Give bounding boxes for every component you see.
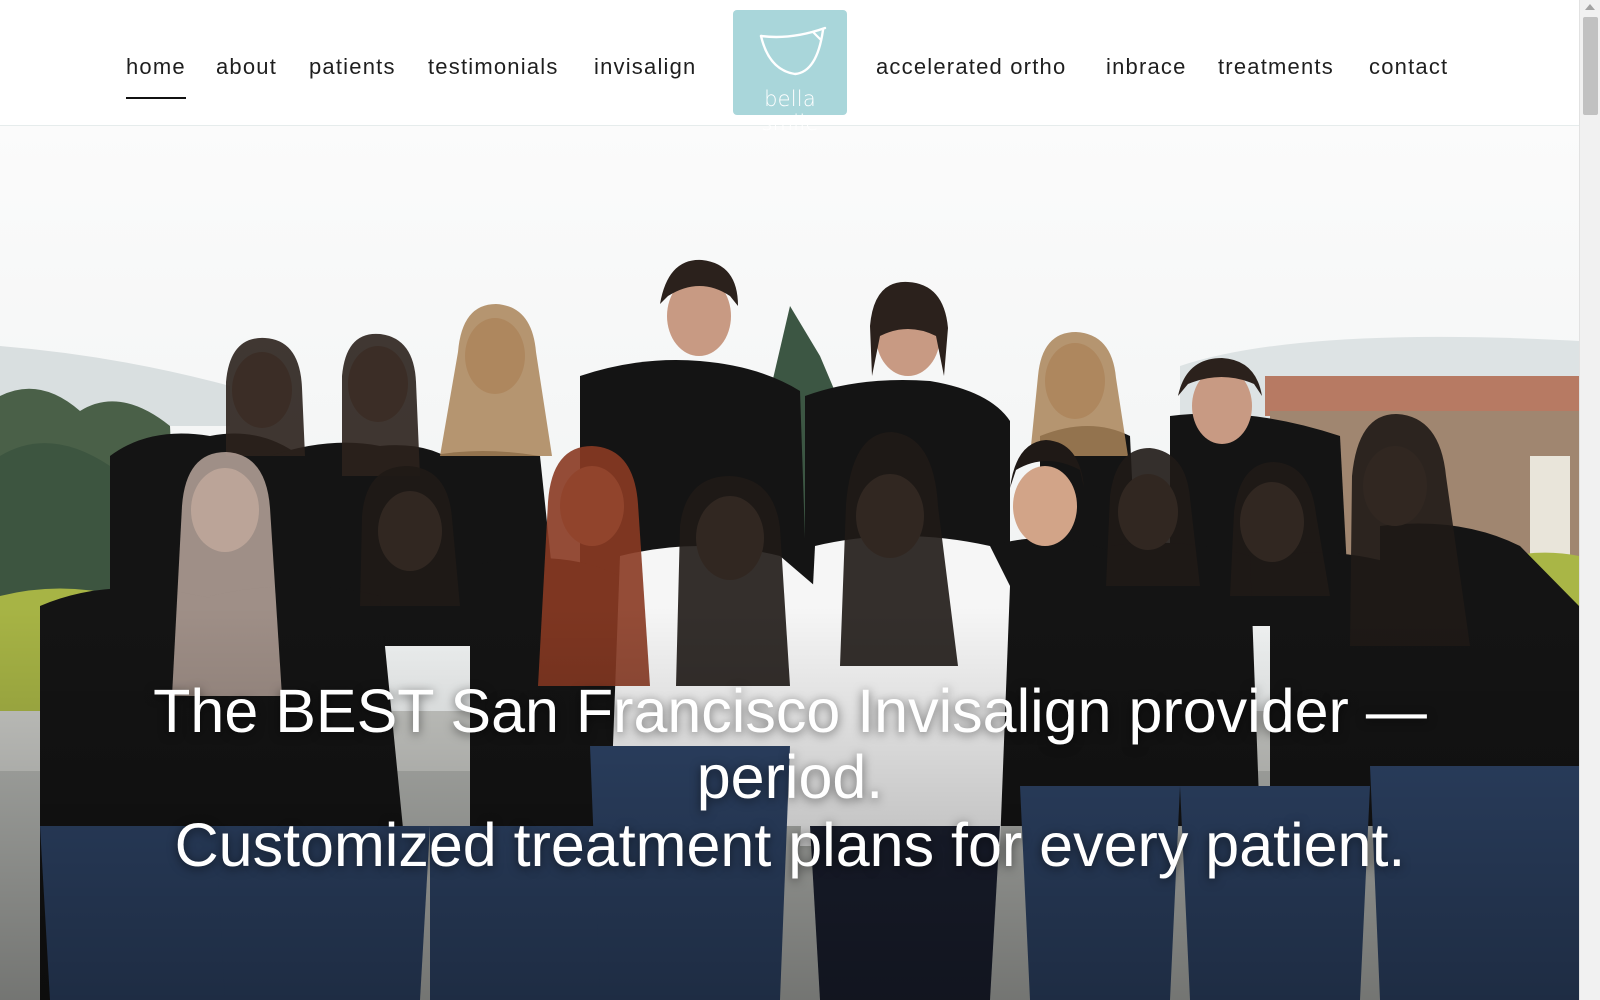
scroll-thumb[interactable]	[1583, 17, 1598, 115]
nav-accelerated-ortho[interactable]: accelerated ortho	[876, 54, 1066, 80]
hero-section: The BEST San Francisco Invisalign provid…	[0, 126, 1579, 1000]
nav-patients[interactable]: patients	[309, 54, 396, 80]
hero-headline-line1: The BEST San Francisco Invisalign provid…	[153, 677, 1427, 745]
hero-tagline: Customized treatment plans for every pat…	[174, 811, 1406, 879]
nav-contact[interactable]: contact	[1369, 54, 1448, 80]
logo-text: bella smile	[761, 87, 819, 135]
site-header: home about patients testimonials invisal…	[0, 0, 1579, 135]
nav-invisalign[interactable]: invisalign	[594, 54, 697, 80]
scroll-up-arrow-icon[interactable]	[1585, 4, 1595, 10]
nav-testimonials[interactable]: testimonials	[428, 54, 559, 80]
bella-smile-logo[interactable]: bella smile	[733, 10, 847, 135]
hero-headline-line2: period.	[696, 743, 884, 811]
nav-about[interactable]: about	[216, 54, 277, 80]
nav-treatments[interactable]: treatments	[1218, 54, 1334, 80]
page-viewport: home about patients testimonials invisal…	[0, 0, 1579, 1000]
nav-inbrace[interactable]: inbrace	[1106, 54, 1187, 80]
nav-home[interactable]: home	[126, 54, 186, 99]
vertical-scrollbar[interactable]	[1579, 0, 1600, 1000]
